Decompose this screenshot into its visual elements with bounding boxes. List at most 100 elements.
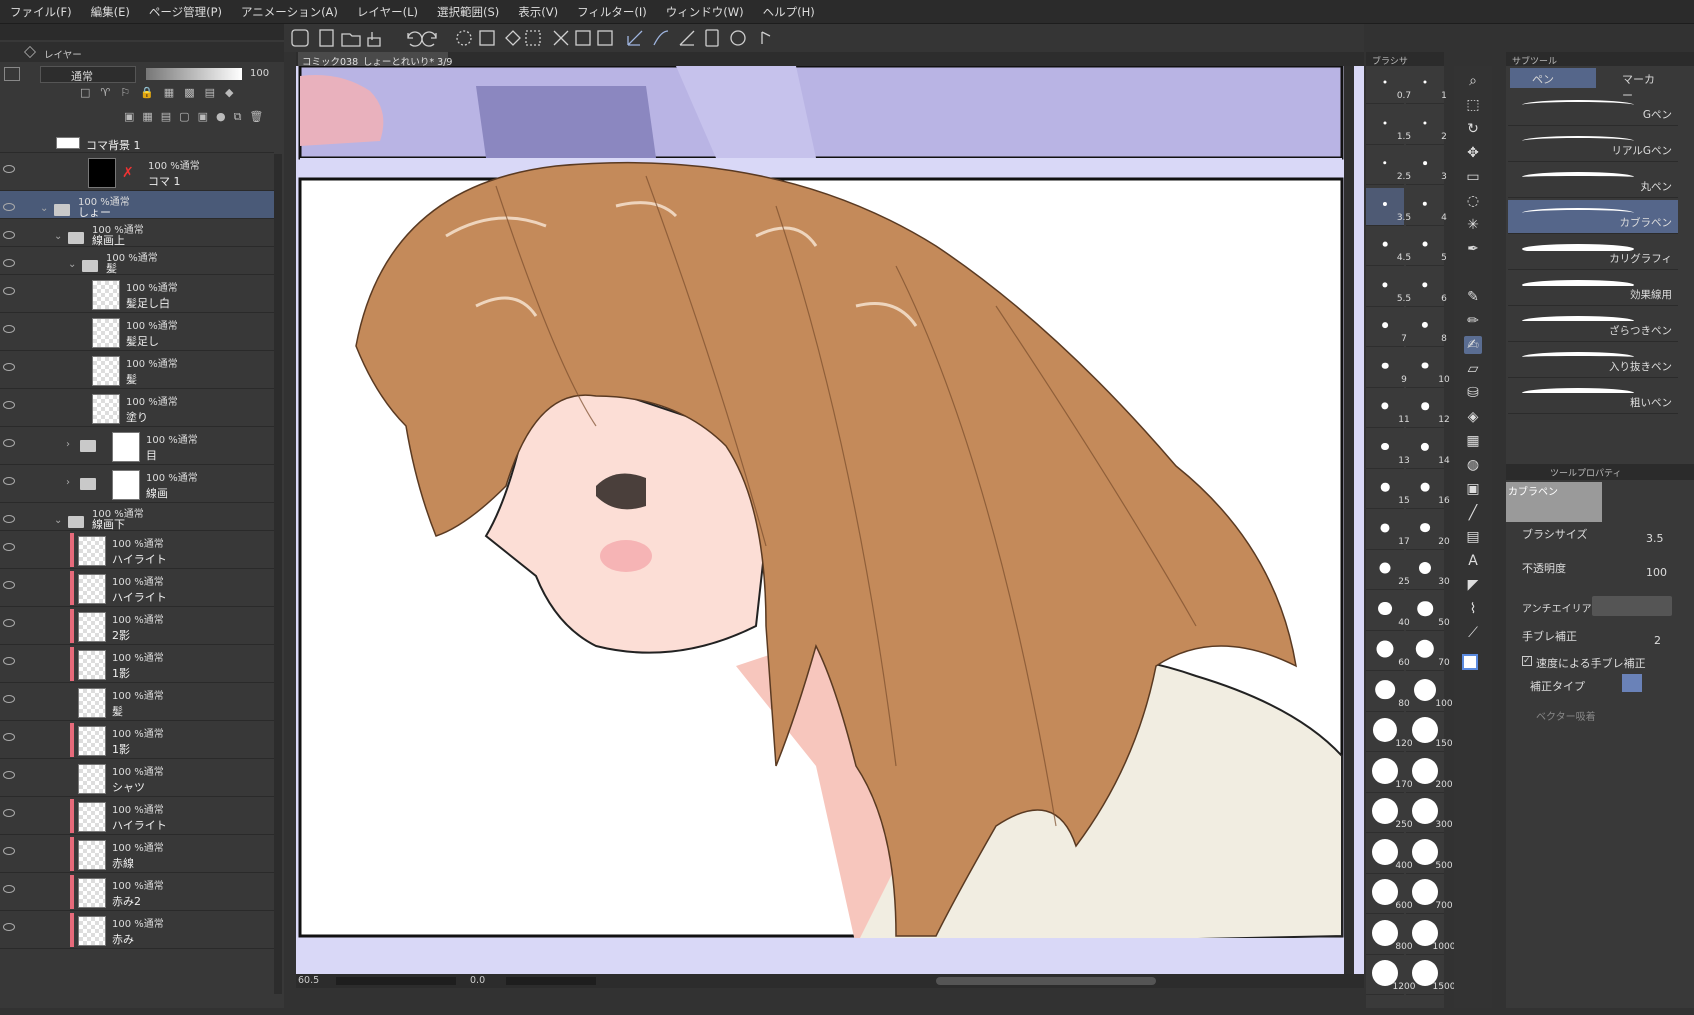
- layer-action-toolbar[interactable]: ▣▦▤▢▣●⧉🗑: [124, 110, 284, 128]
- brush-size-cell[interactable]: 700: [1406, 876, 1453, 914]
- brush-size-cell[interactable]: 14: [1406, 431, 1450, 469]
- fill-tool-icon[interactable]: ◈: [1464, 408, 1482, 426]
- artwork[interactable]: [296, 64, 1364, 982]
- lasso-tool-icon[interactable]: ◌: [1464, 192, 1482, 210]
- brush-size-cell[interactable]: 25: [1366, 552, 1410, 590]
- menu-item-0[interactable]: ファイル(F): [10, 4, 72, 20]
- brush-size-cell[interactable]: 15: [1366, 471, 1410, 509]
- figure-tool-icon[interactable]: ╱: [1464, 504, 1482, 522]
- brush-size-cell[interactable]: 1500: [1406, 957, 1455, 995]
- chevron-right-icon[interactable]: ›: [66, 439, 70, 450]
- brush-size-cell[interactable]: 3: [1406, 147, 1447, 185]
- brush-size-cell[interactable]: 17: [1366, 512, 1410, 550]
- menu-item-8[interactable]: ウィンドウ(W): [666, 4, 744, 20]
- layer-row[interactable]: 100 %通常 赤線: [0, 835, 274, 873]
- brush-size-cell[interactable]: 9: [1366, 350, 1407, 388]
- brush-size-cell[interactable]: 13: [1366, 431, 1410, 469]
- brush-size-cell[interactable]: 1000: [1406, 917, 1455, 955]
- frame-tool-icon[interactable]: ▤: [1464, 528, 1482, 546]
- layer-scrollbar[interactable]: [274, 154, 282, 994]
- layer-row[interactable]: 100 %通常 シャツ: [0, 759, 274, 797]
- brush-size-cell[interactable]: 3.5: [1366, 187, 1411, 226]
- eye-icon[interactable]: [3, 325, 15, 333]
- layer-row[interactable]: ✗ 100 %通常 コマ 1: [0, 153, 274, 191]
- eyedropper-icon[interactable]: ✒: [1464, 240, 1482, 258]
- operation-tool-icon[interactable]: ⬚: [1464, 96, 1482, 114]
- layer-row[interactable]: 100 %通常髪: [0, 683, 274, 721]
- canvas-hscroll[interactable]: [936, 977, 1156, 985]
- brush-tool-icon[interactable]: ✍: [1464, 336, 1482, 354]
- layer-row[interactable]: コマ背景 1: [0, 135, 274, 153]
- chevron-down-icon[interactable]: ⌄: [54, 515, 62, 526]
- brush-size-cell[interactable]: 30: [1406, 552, 1450, 590]
- layer-row[interactable]: 100 %通常 ハイライト: [0, 569, 274, 607]
- eye-icon[interactable]: [3, 363, 15, 371]
- brush-size-cell[interactable]: 10: [1406, 350, 1450, 388]
- texture-tool-icon[interactable]: ▦: [1464, 432, 1482, 450]
- eye-icon[interactable]: [3, 733, 15, 741]
- eye-icon[interactable]: [3, 771, 15, 779]
- brush-size-cell[interactable]: 50: [1406, 593, 1450, 631]
- menu-item-7[interactable]: フィルター(I): [577, 4, 647, 20]
- layer-row[interactable]: 100 %通常 ハイライト: [0, 797, 274, 835]
- blend-tool-icon[interactable]: ◍: [1464, 456, 1482, 474]
- layer-row[interactable]: 100 %通常 赤み: [0, 911, 274, 949]
- menu-item-6[interactable]: 表示(V): [518, 4, 558, 20]
- brush-size-cell[interactable]: 400: [1366, 836, 1413, 874]
- brush-size-cell[interactable]: 120: [1366, 714, 1413, 752]
- layer-tab[interactable]: レイヤー: [44, 47, 82, 61]
- eye-icon[interactable]: [3, 439, 15, 447]
- brush-size-cell[interactable]: 100: [1406, 674, 1453, 712]
- layer-row[interactable]: › 100 %通常目: [0, 427, 274, 465]
- brush-size-cell[interactable]: 500: [1406, 836, 1453, 874]
- brush-size-cell[interactable]: 11: [1366, 390, 1410, 428]
- brush-size-cell[interactable]: 5.5: [1366, 269, 1411, 307]
- brush-size-cell[interactable]: 4: [1406, 188, 1447, 226]
- eye-icon[interactable]: [3, 165, 15, 173]
- brush-size-cell[interactable]: 2: [1406, 107, 1447, 145]
- brush-size-cell[interactable]: 5: [1406, 228, 1447, 266]
- layer-row[interactable]: 100 %通常 1影: [0, 721, 274, 759]
- chevron-down-icon[interactable]: ⌄: [54, 231, 62, 242]
- opacity-value[interactable]: 100: [1646, 566, 1667, 579]
- menu-item-2[interactable]: ページ管理(P): [149, 4, 222, 20]
- brush-size-cell[interactable]: 12: [1406, 390, 1450, 428]
- brush-size-cell[interactable]: 2.5: [1366, 147, 1411, 185]
- brush-size-cell[interactable]: 70: [1406, 633, 1450, 671]
- layer-lock-toolbar[interactable]: □♈⚐🔒▦▩▤◆: [80, 86, 280, 104]
- layer-color-chip[interactable]: [4, 67, 20, 81]
- brush-size-cell[interactable]: 300: [1406, 795, 1453, 833]
- line-correct-tool-icon[interactable]: ⌇: [1464, 600, 1482, 618]
- brush-size-cell[interactable]: 200: [1406, 755, 1453, 793]
- chevron-right-icon[interactable]: ›: [66, 477, 70, 488]
- brush-size-cell[interactable]: 250: [1366, 795, 1413, 833]
- command-bar-icons[interactable]: [284, 24, 1364, 52]
- menu-item-9[interactable]: ヘルプ(H): [763, 4, 815, 20]
- layer-row[interactable]: 100 %通常 髪足し: [0, 313, 274, 351]
- brush-size-value[interactable]: 3.5: [1646, 532, 1664, 545]
- main-color-swatch[interactable]: [1462, 654, 1478, 670]
- eye-icon[interactable]: [3, 619, 15, 627]
- eye-icon[interactable]: [3, 259, 15, 267]
- brush-item[interactable]: 入り抜きペン: [1508, 344, 1678, 378]
- brush-item[interactable]: ざらつきペン: [1508, 308, 1678, 342]
- menu-item-4[interactable]: レイヤー(L): [357, 4, 418, 20]
- eraser-tool-icon[interactable]: ▱: [1464, 360, 1482, 378]
- rotate-tool-icon[interactable]: ↻: [1464, 120, 1482, 138]
- brush-item[interactable]: 丸ペン: [1508, 164, 1678, 198]
- balloon-tool-icon[interactable]: ◤: [1464, 576, 1482, 594]
- layer-row[interactable]: 100 %通常 2影: [0, 607, 274, 645]
- layer-row[interactable]: ⌄ 100 %通常 しょー: [0, 191, 274, 219]
- menu-item-3[interactable]: アニメーション(A): [241, 4, 338, 20]
- gradient-tool-icon[interactable]: ▣: [1464, 480, 1482, 498]
- move-tool-icon[interactable]: ✥: [1464, 144, 1482, 162]
- zoom-tool-icon[interactable]: ⌕: [1464, 72, 1482, 90]
- chevron-down-icon[interactable]: ⌄: [40, 203, 48, 214]
- brush-size-cell[interactable]: 7: [1366, 309, 1407, 347]
- layer-row[interactable]: 100 %通常 1影: [0, 645, 274, 683]
- layer-row[interactable]: 100 %通常 髪足し白: [0, 275, 274, 313]
- pencil-tool-icon[interactable]: ✏: [1464, 312, 1482, 330]
- brush-item[interactable]: 効果線用: [1508, 272, 1678, 306]
- brush-size-cell[interactable]: 800: [1366, 917, 1413, 955]
- eye-icon[interactable]: [3, 543, 15, 551]
